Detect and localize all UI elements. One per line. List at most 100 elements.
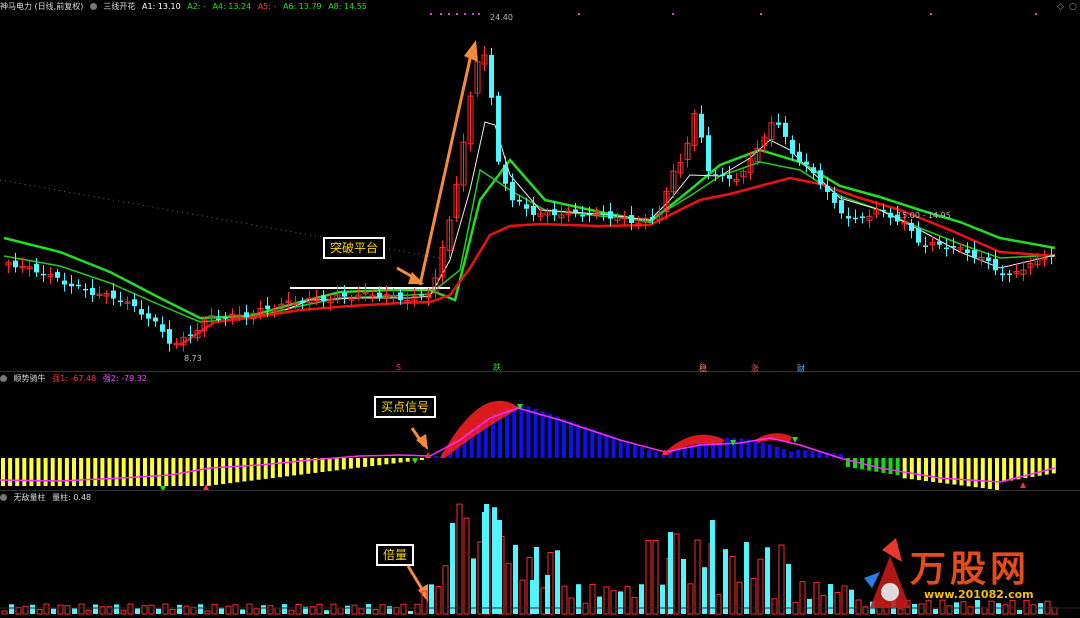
candle-body	[524, 204, 529, 209]
candle-body	[972, 250, 977, 258]
strength-bar	[36, 458, 41, 486]
candle-body	[531, 205, 536, 216]
volume-bar	[631, 596, 638, 615]
event-mark[interactable]: 跌	[493, 362, 501, 373]
breakout-annotation: 突破平台	[323, 237, 386, 259]
volume-bar	[414, 603, 421, 615]
strength-bar	[987, 458, 992, 489]
volume-bar	[246, 603, 253, 615]
candle-body	[139, 309, 144, 315]
candle-body	[909, 222, 914, 231]
volume-bar	[618, 591, 623, 614]
strength-bar	[157, 458, 162, 486]
strength-bar	[1009, 458, 1014, 481]
strength-bar	[604, 434, 609, 458]
strength-bar	[952, 458, 957, 485]
volume-bar	[771, 598, 778, 615]
candle-body	[265, 305, 270, 310]
candle-body	[160, 324, 165, 332]
volume-bar	[183, 605, 190, 615]
watermark: 万股网 www.201082.com	[862, 538, 1074, 614]
indicator-settings-icon[interactable]	[0, 375, 7, 382]
event-mark[interactable]: 涨	[751, 363, 759, 374]
candle-body	[552, 209, 557, 216]
stock-chart-canvas[interactable]	[0, 0, 1080, 616]
strength-bar	[916, 458, 921, 481]
candle-body	[55, 271, 60, 278]
strength-bar	[242, 458, 247, 482]
strength-bar	[419, 458, 424, 461]
arrow-head-icon	[464, 40, 478, 62]
candle-body	[811, 167, 816, 174]
candle-body	[398, 292, 403, 301]
volume-bar	[358, 608, 365, 615]
indicator-settings-icon[interactable]	[0, 494, 7, 501]
strength-bar	[128, 458, 133, 486]
volume-bar	[603, 586, 610, 615]
volume-bar	[568, 597, 575, 615]
strength-bar	[178, 458, 183, 486]
candle-body	[342, 292, 347, 297]
volume-bar	[736, 581, 743, 615]
restore-icon[interactable]: ◇	[1057, 2, 1064, 12]
volume-bar	[316, 604, 323, 615]
pane-divider[interactable]	[0, 371, 1080, 372]
top-marker	[672, 13, 674, 15]
strength-bar	[959, 458, 964, 486]
indicator-name[interactable]: 三线开花	[103, 2, 135, 11]
candle-body	[629, 214, 634, 223]
strength-bar	[1044, 458, 1049, 475]
candle-body	[41, 273, 46, 276]
volume-bar	[337, 607, 344, 615]
volume-bar	[723, 549, 728, 614]
pane-divider[interactable]	[0, 490, 1080, 491]
up-arrow-icon	[425, 452, 431, 458]
volume-bar	[624, 586, 631, 615]
event-mark[interactable]: 稳	[699, 363, 707, 374]
strength-bar	[881, 458, 886, 473]
watermark-title: 万股网	[910, 549, 1031, 590]
strength-bar	[618, 439, 623, 458]
volume-bar	[645, 540, 652, 615]
candle-body	[832, 192, 837, 203]
volume-bar	[177, 604, 182, 614]
volume-bar	[429, 584, 434, 614]
ma-red	[179, 176, 1056, 347]
candle-body	[216, 318, 221, 321]
volume-bar	[813, 582, 820, 615]
mid-indicator-name[interactable]: 顺势骑牛	[14, 374, 46, 383]
low-chart-header: 无敌量柱 量柱: 0.48	[0, 492, 95, 504]
strength-bar	[43, 458, 48, 486]
volume-bar	[22, 605, 29, 615]
volume-bar	[673, 533, 680, 615]
event-mark[interactable]: 财	[797, 363, 805, 374]
volume-bar	[841, 585, 848, 615]
strength-bar	[909, 458, 914, 480]
strength-bar	[874, 458, 879, 472]
candle-body	[860, 216, 865, 218]
indicator-settings-icon[interactable]	[89, 3, 97, 10]
volume-bar-highlight	[530, 580, 535, 614]
candle-body	[503, 164, 508, 184]
candle-body	[90, 288, 95, 295]
candle-body	[62, 280, 67, 285]
volume-bar	[135, 608, 140, 614]
volume-bar	[240, 609, 245, 614]
volume-bar	[849, 589, 854, 614]
main-chart-header: 神马电力 (日线,前复权) 三线开花 A1: 13.10 A2: - A4: 1…	[0, 1, 371, 13]
strength-bar	[789, 451, 794, 458]
candle-body	[720, 174, 725, 176]
strength-bar	[561, 419, 566, 458]
volume-bar	[225, 605, 232, 615]
down-arrow-icon	[792, 437, 798, 443]
strength-bar	[796, 450, 801, 458]
strength-bar	[363, 458, 368, 467]
volume-bar	[729, 555, 736, 615]
strength-bar	[434, 456, 439, 458]
close-icon[interactable]: ○	[1069, 2, 1077, 12]
low-indicator-name[interactable]: 无敌量柱	[14, 493, 46, 502]
volume-bar	[450, 522, 455, 614]
candle-body	[587, 213, 592, 216]
event-mark[interactable]: S	[396, 363, 401, 372]
candle-body	[580, 215, 585, 217]
